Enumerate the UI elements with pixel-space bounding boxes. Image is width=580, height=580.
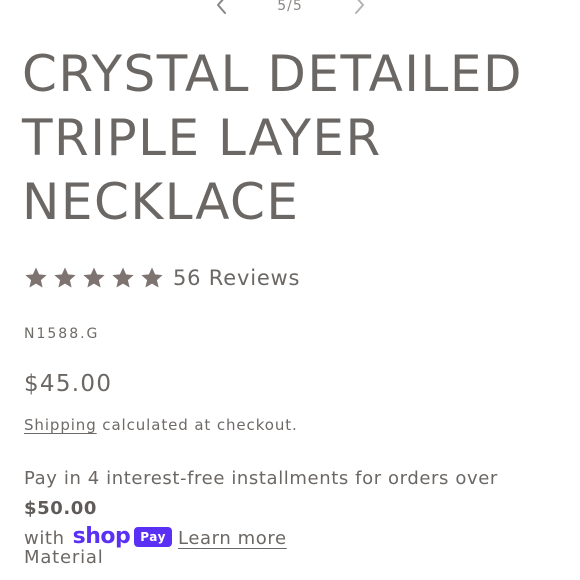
star-rating (24, 266, 169, 290)
shop-pay-logo: shop Pay (72, 524, 173, 549)
gallery-navigation: 5/5 (0, 0, 580, 20)
shipping-note-text: calculated at checkout. (96, 416, 298, 434)
product-sku: N1588.G (24, 326, 100, 342)
installments-text: Pay in 4 interest-free installments for … (24, 468, 498, 489)
star-icon (24, 266, 48, 290)
installments-threshold: $50.00 (24, 498, 98, 519)
chevron-left-icon[interactable] (211, 0, 233, 16)
chevron-right-icon[interactable] (348, 0, 370, 16)
star-icon (140, 266, 164, 290)
shipping-link[interactable]: Shipping (24, 416, 97, 434)
reviews-link[interactable]: 56 Reviews (173, 266, 300, 290)
shop-pay-badge: Pay (134, 527, 173, 547)
installments-banner: Pay in 4 interest-free installments for … (24, 464, 569, 554)
star-icon (111, 266, 135, 290)
installments-with-text: with (24, 528, 65, 549)
product-price: $45.00 (24, 371, 113, 397)
learn-more-link[interactable]: Learn more (178, 528, 287, 549)
image-counter: 5/5 (277, 0, 303, 14)
star-icon (82, 266, 106, 290)
shop-pay-wordmark: shop (72, 524, 131, 549)
shipping-note: Shipping calculated at checkout. (24, 416, 298, 434)
star-icon (53, 266, 77, 290)
product-rating[interactable]: 56 Reviews (24, 262, 300, 294)
product-title: CRYSTAL DETAILED TRIPLE LAYER NECKLACE (22, 45, 524, 231)
material-heading[interactable]: Material (24, 547, 104, 568)
